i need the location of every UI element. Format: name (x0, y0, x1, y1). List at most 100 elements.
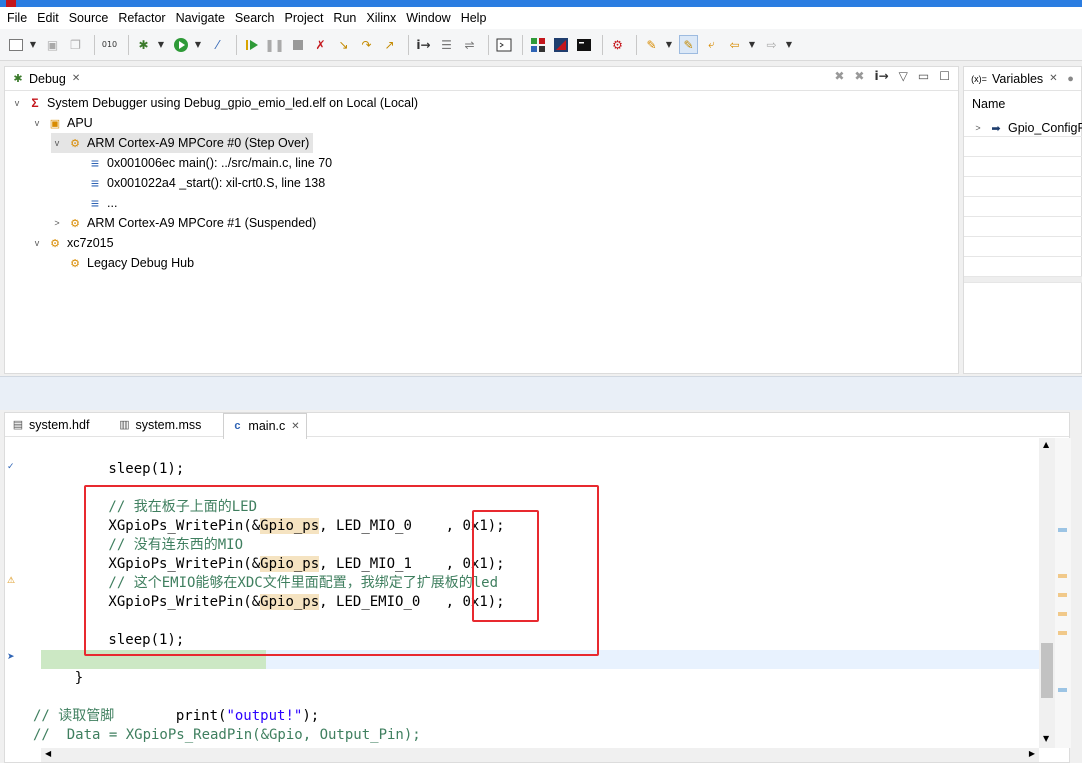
program-fpga-icon[interactable] (528, 35, 547, 54)
overview-marker[interactable] (1058, 528, 1067, 532)
tab-variables[interactable]: (x)= Variables ✕ ● (964, 67, 1082, 91)
remove-all-icon[interactable]: ✖ (854, 69, 864, 83)
step-over-icon[interactable]: ↷ (357, 35, 376, 54)
view-menu-icon[interactable]: ▽ (899, 69, 908, 83)
expanded-chevron-icon[interactable]: v (51, 138, 63, 148)
new-dropdown-icon[interactable]: ▼ (29, 35, 37, 54)
tree-item-core0[interactable]: v ⚙ ARM Cortex-A9 MPCore #0 (Step Over) (51, 133, 314, 153)
minimize-icon[interactable]: ▭ (918, 69, 929, 83)
menu-file[interactable]: File (2, 8, 32, 28)
remove-terminated-icon[interactable]: ✖ (834, 69, 844, 83)
close-icon[interactable]: ✕ (1049, 73, 1057, 84)
tab-main-c[interactable]: c main.c ✕ (223, 412, 307, 439)
variables-divider (964, 277, 1082, 283)
disconnect-icon[interactable]: ✗ (311, 35, 330, 54)
last-edit-icon[interactable]: ⤶ (702, 35, 721, 54)
tree-item-launch[interactable]: v Σ System Debugger using Debug_gpio_emi… (11, 93, 418, 113)
scroll-right-icon[interactable]: ▶ (1029, 749, 1035, 758)
save-icon[interactable]: ▣ (43, 35, 62, 54)
menu-project[interactable]: Project (280, 8, 329, 28)
menu-navigate[interactable]: Navigate (171, 8, 230, 28)
tree-item-frame-main[interactable]: ≡ 0x001006ec main(): ../src/main.c, line… (87, 153, 332, 173)
menu-run[interactable]: Run (328, 8, 361, 28)
debug-bug-icon: ✱ (13, 73, 23, 85)
variables-row (964, 217, 1082, 237)
terminate-icon[interactable] (288, 35, 307, 54)
horizontal-scrollbar[interactable]: ◀ ▶ (41, 748, 1039, 762)
tree-item-label: System Debugger using Debug_gpio_emio_le… (47, 96, 419, 110)
terminal-icon[interactable] (494, 35, 513, 54)
tab-debug[interactable]: ✱ Debug ✕ (5, 67, 86, 91)
settings-gear-icon[interactable]: ⚙ (608, 35, 627, 54)
instruction-stepping-icon[interactable]: i→ (414, 35, 433, 54)
skip-breakpoints-icon[interactable]: ⁄ (208, 35, 227, 54)
tree-item-device[interactable]: v ⚙ xc7z015 (31, 233, 114, 253)
forward-dropdown-icon[interactable]: ▼ (785, 35, 793, 54)
collapsed-chevron-icon[interactable]: > (972, 123, 984, 133)
step-into-icon[interactable]: ↘ (334, 35, 353, 54)
back-icon[interactable]: ⇦ (725, 35, 744, 54)
scroll-up-icon[interactable]: ▲ (1043, 440, 1049, 449)
pin-icon[interactable]: ✎ (642, 35, 661, 54)
expanded-chevron-icon[interactable]: v (31, 238, 43, 248)
save-all-icon[interactable]: ❐ (66, 35, 85, 54)
suspend-icon[interactable]: ❚❚ (264, 35, 284, 54)
tree-item-apu[interactable]: v ▣ APU (31, 113, 93, 133)
overview-marker[interactable] (1058, 593, 1067, 597)
breakpoints-icon[interactable]: ● (1064, 72, 1078, 86)
tab-system-hdf[interactable]: ▤ system.hdf (5, 413, 111, 437)
menu-window[interactable]: Window (401, 8, 455, 28)
menu-bar: File Edit Source Refactor Navigate Searc… (0, 7, 1082, 29)
expanded-chevron-icon[interactable]: v (31, 118, 43, 128)
menu-xilinx[interactable]: Xilinx (361, 8, 401, 28)
highlight-icon[interactable]: ✎ (679, 35, 698, 54)
scroll-down-icon[interactable]: ▼ (1043, 734, 1049, 743)
panel-gap (0, 376, 1082, 410)
app-icon (6, 0, 16, 7)
toolbar-separator (128, 34, 129, 55)
tree-item-debug-hub[interactable]: ⚙ Legacy Debug Hub (67, 253, 194, 273)
debug-dropdown-icon[interactable]: ▼ (157, 35, 165, 54)
step-return-icon[interactable]: ↗ (380, 35, 399, 54)
step-filters-icon[interactable]: ☰ (437, 35, 456, 54)
menu-search[interactable]: Search (230, 8, 280, 28)
debug-icon[interactable]: ✱ (134, 35, 153, 54)
overview-ruler[interactable] (1055, 438, 1071, 748)
column-header-name[interactable]: Name (972, 97, 1005, 111)
xsct-icon[interactable] (551, 35, 570, 54)
binary-icon[interactable]: 010 (100, 35, 119, 54)
close-icon[interactable]: ✕ (291, 421, 299, 432)
drop-to-frame-icon[interactable]: ⇌ (460, 35, 479, 54)
forward-icon[interactable]: ⇨ (762, 35, 781, 54)
console-icon[interactable] (574, 35, 593, 54)
pin-dropdown-icon[interactable]: ▼ (665, 35, 673, 54)
menu-refactor[interactable]: Refactor (113, 8, 170, 28)
collapsed-chevron-icon[interactable]: > (51, 218, 63, 228)
code-editor[interactable]: ✓ ⚠ ➤ sleep(1); // 我在板子上面的LED XGpioPs_Wr… (5, 438, 1071, 763)
back-dropdown-icon[interactable]: ▼ (748, 35, 756, 54)
run-dropdown-icon[interactable]: ▼ (194, 35, 202, 54)
resume-icon[interactable] (242, 35, 261, 54)
scrollbar-thumb[interactable] (1041, 643, 1053, 698)
overview-marker[interactable] (1058, 612, 1067, 616)
menu-edit[interactable]: Edit (32, 8, 64, 28)
new-icon[interactable] (6, 35, 25, 54)
close-icon[interactable]: ✕ (72, 73, 80, 84)
debug-view-toolbar: ✖ ✖ i→ ▽ ▭ ☐ (824, 69, 950, 83)
overview-marker[interactable] (1058, 688, 1067, 692)
tree-item-frame-start[interactable]: ≡ 0x001022a4 _start(): xil-crt0.S, line … (87, 173, 325, 193)
tree-item-frame-more[interactable]: ≡ ... (87, 193, 118, 213)
vertical-scrollbar[interactable]: ▲ ▼ (1039, 438, 1055, 748)
menu-source[interactable]: Source (64, 8, 114, 28)
tree-item-core1[interactable]: > ⚙ ARM Cortex-A9 MPCore #1 (Suspended) (51, 213, 316, 233)
overview-marker[interactable] (1058, 631, 1067, 635)
scroll-left-icon[interactable]: ◀ (45, 749, 51, 758)
maximize-icon[interactable]: ☐ (939, 69, 950, 83)
run-icon[interactable] (171, 35, 190, 54)
menu-help[interactable]: Help (456, 8, 492, 28)
instruction-stepping-icon[interactable]: i→ (874, 69, 888, 83)
overview-marker[interactable] (1058, 574, 1067, 578)
expanded-chevron-icon[interactable]: v (11, 98, 23, 108)
variable-gpio-config[interactable]: > ➡ Gpio_ConfigP (972, 120, 1082, 136)
tab-system-mss[interactable]: ▥ system.mss (111, 413, 223, 437)
